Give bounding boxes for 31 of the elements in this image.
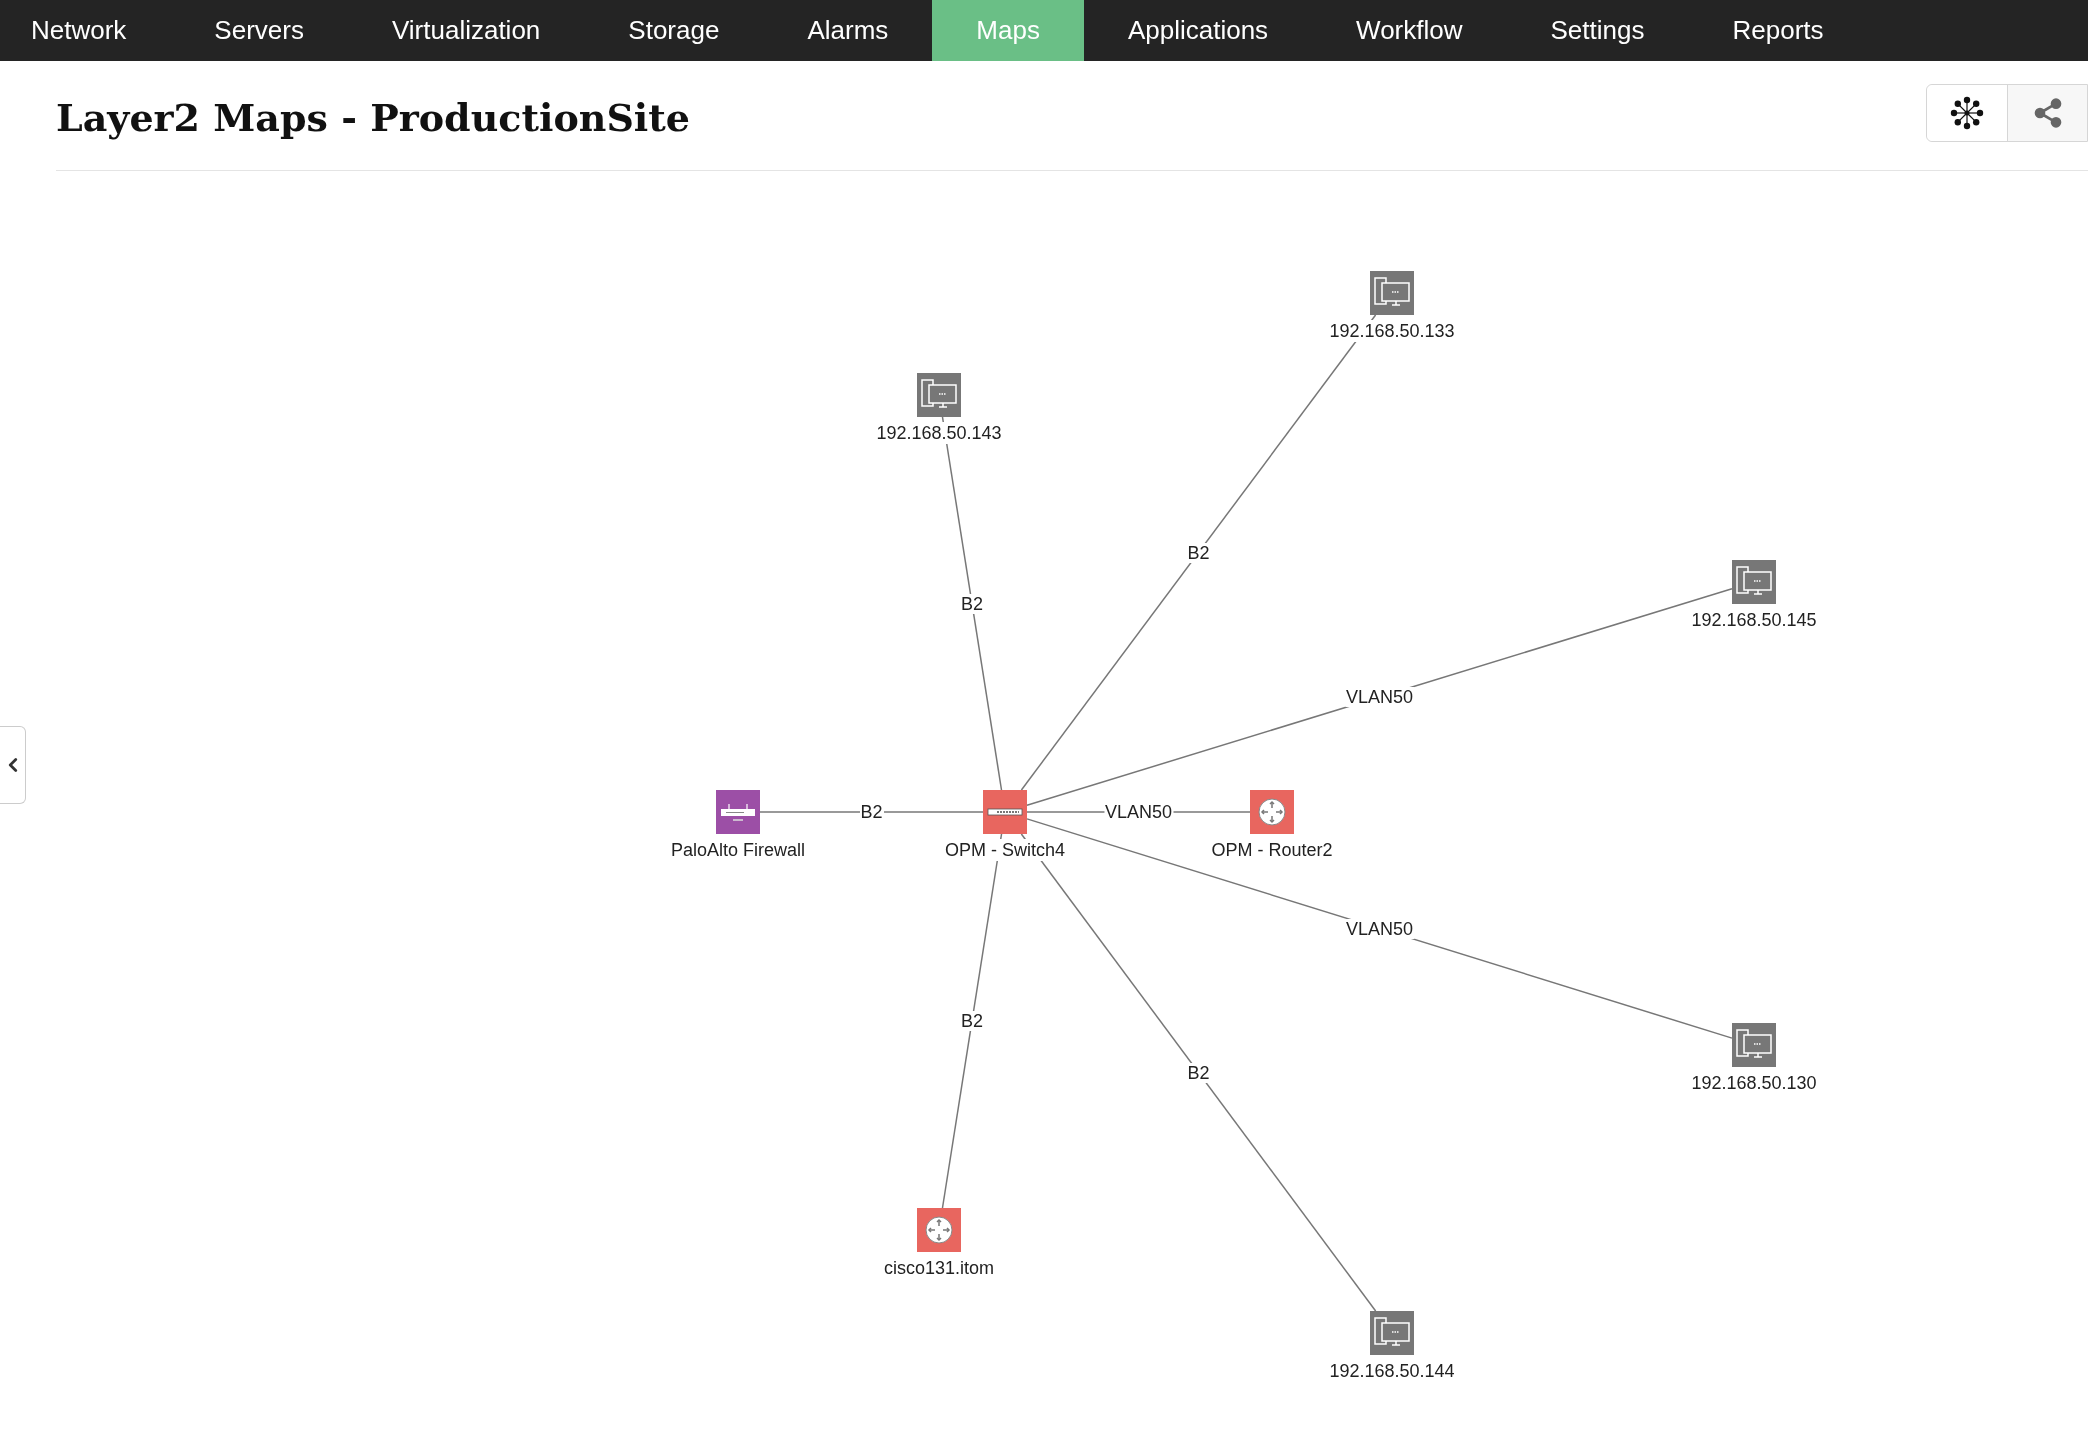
collapse-panel-button[interactable]: [0, 726, 26, 804]
nav-tab[interactable]: Storage: [584, 0, 764, 61]
nav-tab[interactable]: Network: [0, 0, 171, 61]
nav-tab[interactable]: Workflow: [1312, 0, 1507, 61]
link-label: VLAN50: [1345, 687, 1414, 707]
node-label: OPM - Switch4: [945, 839, 1065, 861]
router-icon[interactable]: [1250, 790, 1294, 834]
nav-tab[interactable]: Alarms: [763, 0, 933, 61]
nav-tab[interactable]: Applications: [1083, 0, 1313, 61]
page-title: Layer2 Maps - ProductionSite: [56, 94, 690, 142]
link-label: B2: [1186, 1062, 1211, 1083]
computer-icon[interactable]: [1370, 1311, 1414, 1355]
computer-icon[interactable]: [1732, 560, 1776, 604]
firewall-icon[interactable]: [716, 790, 760, 834]
nav-tab[interactable]: Reports: [1688, 0, 1868, 61]
link-label: VLAN50: [1345, 918, 1414, 939]
switch-icon[interactable]: [983, 790, 1027, 834]
link-label: B2: [960, 1011, 984, 1031]
nav-tab[interactable]: Servers: [170, 0, 348, 61]
node-label: 192.168.50.143: [876, 422, 1002, 444]
nav-tab[interactable]: Virtualization: [347, 0, 585, 61]
link-label: B2: [1186, 542, 1211, 563]
node-label: 192.168.50.133: [1329, 320, 1455, 342]
router-icon[interactable]: [917, 1208, 961, 1252]
computer-icon[interactable]: [1732, 1023, 1776, 1067]
cluster-icon: [1950, 95, 1984, 130]
link-label: B2: [960, 593, 984, 614]
nav-tab[interactable]: Settings: [1506, 0, 1689, 61]
computer-icon[interactable]: [1370, 271, 1414, 315]
computer-icon[interactable]: [917, 373, 961, 417]
share-view-button[interactable]: [2007, 84, 2087, 141]
